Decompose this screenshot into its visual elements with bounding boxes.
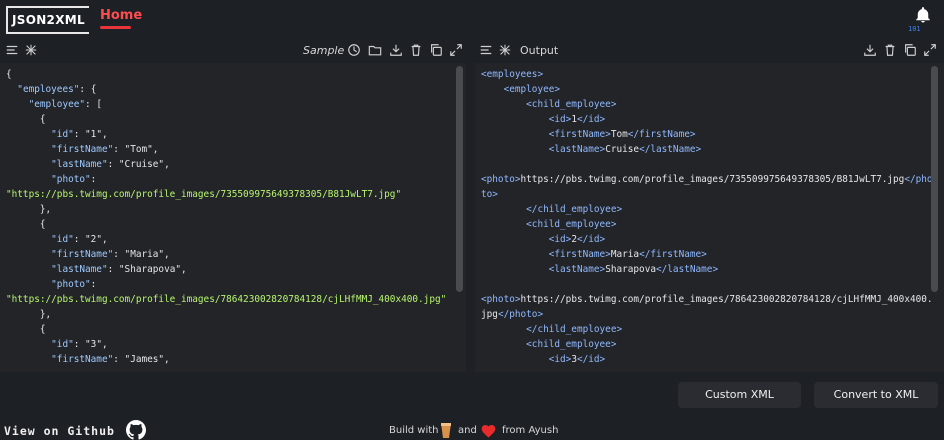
xml-line: <firstName>Maria</firstName>: [548, 249, 707, 260]
json-line: "id": "1",: [51, 129, 108, 140]
bell-icon[interactable]: [914, 6, 932, 24]
json-line: {: [6, 114, 46, 125]
nav-home-link[interactable]: Home: [100, 8, 142, 23]
notification-badge: 101: [908, 25, 921, 33]
xml-line: <firstName>Tom</firstName>: [548, 129, 696, 140]
heart-icon: [481, 425, 496, 438]
open-folder-icon[interactable]: [368, 43, 382, 57]
input-toolbar: Sample: [0, 40, 470, 62]
xml-line: <lastName>Sharapova</lastName>: [548, 264, 719, 275]
list-icon[interactable]: [5, 43, 19, 57]
app-logo[interactable]: JSON2XML: [6, 6, 89, 34]
xml-line: <photo>https://pbs.twimg.com/profile_ima…: [481, 294, 933, 320]
history-icon[interactable]: [347, 43, 361, 57]
json-line: "id": "2",: [51, 234, 108, 245]
json-line: "https://pbs.twimg.com/profile_images/73…: [6, 189, 402, 200]
json-line: "lastName": "Sharapova",: [51, 264, 187, 275]
xml-line: <lastName>Cruise</lastName>: [548, 144, 702, 155]
xml-output-scrollbar[interactable]: [931, 66, 938, 292]
copy-icon[interactable]: [903, 43, 917, 57]
list-icon[interactable]: [479, 43, 493, 57]
download-icon[interactable]: [389, 43, 403, 57]
xml-line: </child_employee>: [526, 204, 623, 215]
coffee-cup-icon: [441, 423, 451, 438]
footer-and: and: [458, 425, 477, 436]
nav-active-underline: [100, 26, 131, 29]
expand-icon[interactable]: [923, 43, 937, 57]
format-icon[interactable]: [498, 43, 512, 57]
output-toolbar: Output: [474, 40, 944, 62]
xml-line: <id>3</id>: [548, 354, 606, 365]
xml-line: <child_employee>: [526, 219, 617, 230]
json-line: "https://pbs.twimg.com/profile_images/78…: [6, 294, 447, 305]
json-line: "firstName": "Tom",: [51, 144, 159, 155]
json-editor-scrollbar[interactable]: [456, 66, 463, 292]
github-link-text[interactable]: View on Github: [4, 424, 115, 438]
xml-line: <employee>: [503, 84, 561, 95]
expand-icon[interactable]: [449, 43, 463, 57]
json-line: "lastName": "Cruise",: [51, 159, 170, 170]
json-line: },: [6, 309, 52, 320]
json-line: },: [6, 204, 52, 215]
format-icon[interactable]: [24, 43, 38, 57]
json-editor[interactable]: { "employees": { "employee": [ { "id": "…: [0, 63, 466, 372]
json-line: "photo":: [51, 174, 97, 185]
github-icon[interactable]: [126, 420, 146, 440]
json-line: "photo":: [51, 279, 97, 290]
custom-xml-button[interactable]: Custom XML: [678, 382, 801, 408]
xml-line: <employees>: [481, 69, 544, 80]
json-line: "id": "3",: [51, 339, 108, 350]
xml-line: <child_employee>: [526, 99, 617, 110]
xml-line: <child_employee>: [526, 339, 617, 350]
footer-build-with: Build with: [389, 425, 439, 436]
download-icon[interactable]: [863, 43, 877, 57]
json-line: "firstName": "James",: [51, 354, 170, 365]
xml-line: <id>2</id>: [548, 234, 606, 245]
json-line: "firstName": "Maria",: [51, 249, 170, 260]
input-panel-title: Sample: [303, 44, 345, 57]
xml-output[interactable]: <employees> <employee> <child_employee> …: [475, 63, 944, 372]
copy-icon[interactable]: [429, 43, 443, 57]
delete-icon[interactable]: [409, 43, 423, 57]
json-line: {: [6, 219, 46, 230]
xml-line: [481, 277, 944, 292]
delete-icon[interactable]: [883, 43, 897, 57]
json-line: "employees": {: [17, 84, 97, 95]
xml-line: [481, 157, 944, 172]
xml-line: </child_employee>: [526, 324, 623, 335]
json-line: {: [6, 69, 12, 80]
footer-from-author: from Ayush: [502, 425, 559, 436]
json-line: "employee": [: [28, 99, 102, 110]
xml-line: <photo>https://pbs.twimg.com/profile_ima…: [481, 174, 933, 200]
output-panel-title: Output: [520, 44, 559, 57]
json-line: {: [6, 324, 46, 335]
convert-to-xml-button[interactable]: Convert to XML: [814, 382, 938, 408]
xml-line: <id>1</id>: [548, 114, 606, 125]
